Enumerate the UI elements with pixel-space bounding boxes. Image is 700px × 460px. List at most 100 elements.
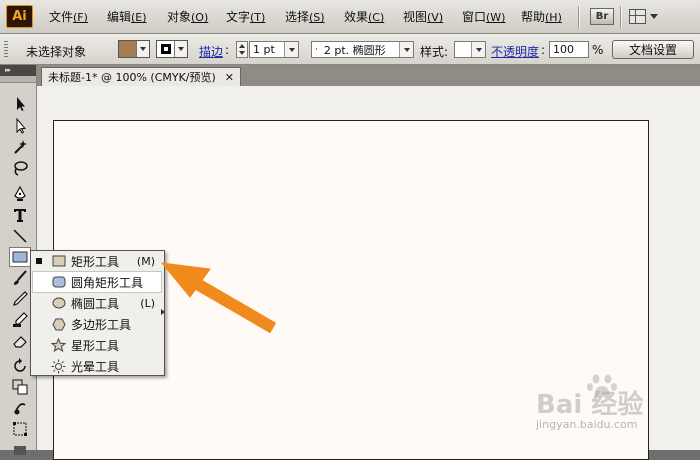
stroke-weight-dropdown[interactable] [284, 42, 298, 57]
blob-brush-tool[interactable] [10, 311, 30, 329]
selection-status: 未选择对象 [26, 45, 87, 59]
menu-view[interactable]: 视图(V) [403, 8, 443, 25]
chevron-down-icon [288, 47, 295, 52]
flyout-item-flare-tool[interactable]: 光晕工具 [33, 356, 161, 376]
lasso-icon [14, 161, 28, 176]
flyout-item-ellipse-tool[interactable]: 椭圆工具 (L) [33, 293, 161, 313]
menu-file[interactable]: 文件(F) [49, 8, 88, 25]
free-transform-tool[interactable] [10, 420, 30, 438]
opacity-panel-link[interactable]: 不透明度 [491, 43, 539, 60]
watermark: Bai 经验 jingyan.baidu.com [536, 374, 696, 436]
rectangle-tool[interactable] [9, 247, 31, 267]
graphic-style-picker[interactable] [454, 41, 486, 58]
watermark-brand: Bai 经验 [536, 390, 644, 420]
current-tool-bullet-icon [36, 258, 42, 264]
stroke-weight-stepper[interactable] [236, 41, 248, 58]
stroke-panel-link[interactable]: 描边 [199, 43, 223, 60]
scale-icon [12, 379, 28, 395]
direct-selection-tool[interactable] [10, 117, 30, 135]
close-icon[interactable]: ✕ [225, 71, 234, 84]
lasso-tool[interactable] [10, 159, 30, 177]
magic-wand-tool[interactable] [10, 138, 30, 156]
brush-dropdown[interactable] [399, 42, 413, 57]
fill-color-picker[interactable] [118, 40, 150, 58]
stroke-dropdown-arrow [174, 41, 187, 57]
type-t-icon [14, 209, 26, 222]
pencil-tool[interactable] [10, 290, 30, 308]
rotate-tool[interactable] [10, 357, 30, 375]
eraser-tool[interactable] [10, 332, 30, 350]
symbol-sprayer-tool[interactable] [10, 441, 30, 459]
selection-tool[interactable] [10, 95, 30, 113]
opacity-colon: : [541, 43, 546, 57]
flare-icon [51, 359, 66, 374]
document-setup-button[interactable]: 文档设置 [612, 40, 694, 59]
stroke-swatch [157, 41, 174, 57]
menu-select[interactable]: 选择(S) [285, 8, 325, 25]
paintbrush-tool[interactable] [10, 269, 30, 287]
menu-effect[interactable]: 效果(C) [344, 8, 384, 25]
menu-object[interactable]: 对象(O) [167, 8, 208, 25]
workspace-layout-icon [629, 9, 646, 24]
menu-edit[interactable]: 编辑(E) [107, 8, 147, 25]
menu-separator [578, 6, 580, 28]
ellipse-icon [51, 296, 66, 311]
line-segment-icon [13, 229, 27, 243]
shape-tools-flyout: 矩形工具 (M) 圆角矩形工具 椭圆工具 (L) 多边形工具 星形工具 光晕工具 [30, 250, 165, 376]
rectangle-icon [12, 251, 28, 263]
chevron-down-icon [178, 47, 185, 51]
fill-dropdown-arrow [136, 41, 149, 57]
star-icon [51, 338, 66, 353]
tutorial-arrow-annotation [160, 262, 277, 334]
menu-help[interactable]: 帮助(H) [521, 8, 562, 25]
rectangle-icon [51, 254, 66, 269]
menu-separator [620, 6, 622, 28]
flyout-item-star-tool[interactable]: 星形工具 [33, 335, 161, 355]
free-transform-icon [13, 422, 27, 436]
eraser-icon [13, 336, 27, 348]
tools-panel-drag-bar[interactable] [0, 76, 36, 83]
arrow-shaft [183, 272, 277, 334]
app-logo: Ai [6, 5, 33, 28]
tools-panel-collapse[interactable]: ▸▸ [0, 65, 36, 76]
pencil-icon [13, 291, 28, 306]
document-tab[interactable]: 未标题-1* @ 100% (CMYK/预览) ✕ [41, 67, 241, 86]
direct-selection-icon [16, 117, 27, 134]
scale-tool[interactable] [10, 378, 30, 396]
menu-window[interactable]: 窗口(W) [462, 8, 505, 25]
brush-definition-field[interactable]: · 2 pt. 椭圆形 [311, 41, 414, 58]
workspace-switcher-button[interactable] [629, 8, 663, 25]
selection-arrow-icon [17, 97, 25, 111]
stroke-colon: : [225, 43, 230, 57]
flyout-item-polygon-tool[interactable]: 多边形工具 [33, 314, 161, 334]
pen-nib-icon [14, 185, 26, 201]
panel-grip-handle[interactable] [4, 41, 8, 57]
stroke-weight-field[interactable]: 1 pt [249, 41, 299, 58]
opacity-unit: % [592, 43, 604, 57]
chevron-down-icon [403, 47, 410, 52]
flyout-item-rounded-rectangle-tool[interactable]: 圆角矩形工具 [32, 271, 162, 293]
type-tool[interactable] [10, 206, 30, 224]
magic-wand-icon [14, 140, 27, 154]
menu-bar: Ai 文件(F) 编辑(E) 对象(O) 文字(T) 选择(S) 效果(C) 视… [0, 0, 700, 34]
bridge-button[interactable]: Br [590, 8, 614, 25]
flyout-item-rectangle-tool[interactable]: 矩形工具 (M) [33, 251, 161, 271]
rounded-rectangle-icon [51, 275, 66, 290]
warp-icon [14, 403, 26, 415]
fill-swatch [119, 41, 137, 57]
style-dropdown[interactable] [471, 42, 485, 57]
pen-tool[interactable] [10, 185, 30, 203]
rotate-icon [14, 358, 26, 372]
chevron-down-icon [650, 14, 658, 19]
stroke-color-picker[interactable] [156, 40, 188, 58]
paintbrush-icon [14, 270, 27, 285]
chevron-down-icon [475, 47, 482, 52]
watermark-url: jingyan.baidu.com [536, 418, 638, 431]
style-label: 样式: [420, 45, 449, 59]
control-bar: 未选择对象 描边 : 1 pt · 2 pt. 椭圆形 样式: 不透明度 : 1… [0, 34, 700, 65]
warp-tool[interactable] [10, 399, 30, 417]
chevron-down-icon [140, 47, 147, 51]
line-segment-tool[interactable] [10, 227, 30, 245]
opacity-input[interactable]: 100 [549, 41, 589, 58]
menu-type[interactable]: 文字(T) [226, 8, 265, 25]
